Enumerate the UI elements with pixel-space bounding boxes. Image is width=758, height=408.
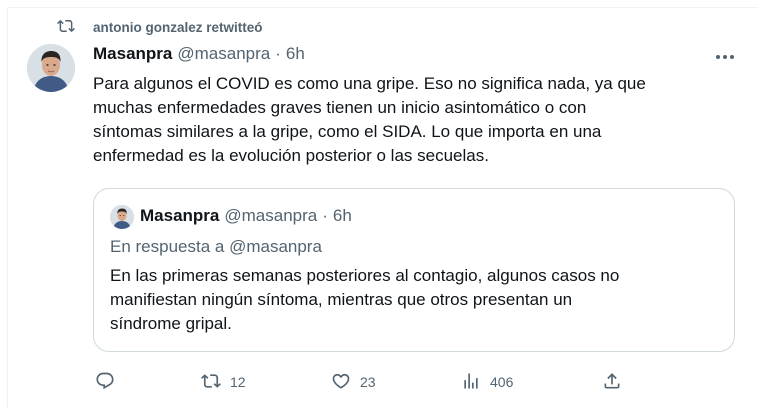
quoted-text: En las primeras semanas posteriores al c…: [110, 264, 710, 336]
tweet-header: Masanpra @masanpra · 6h: [93, 44, 305, 64]
quoted-author-handle[interactable]: @masanpra: [224, 206, 317, 226]
quoted-header: Masanpra @masanpra · 6h: [140, 206, 352, 226]
like-count: 23: [360, 374, 376, 390]
tweet-text-line: muchas enfermedades graves tienen un ini…: [93, 98, 587, 117]
tweet-text-line: Para algunos el COVID es como una gripe.…: [93, 74, 646, 93]
tweet-text-line: síntomas similares a la gripe, como el S…: [93, 122, 602, 141]
avatar[interactable]: [27, 44, 75, 92]
retweet-icon: [57, 17, 75, 35]
quoted-tweet[interactable]: Masanpra @masanpra · 6h En respuesta a @…: [93, 188, 735, 352]
action-bar: 12 23 406: [93, 369, 633, 395]
reply-button[interactable]: [95, 369, 124, 395]
retweet-action-icon: [201, 371, 221, 394]
share-icon: [602, 371, 622, 394]
quoted-text-line: En las primeras semanas posteriores al c…: [110, 266, 620, 285]
quoted-text-line: síndrome gripal.: [110, 314, 232, 333]
quoted-author-name[interactable]: Masanpra: [140, 206, 219, 226]
like-button[interactable]: 23: [331, 369, 376, 395]
tweet-text: Para algunos el COVID es como una gripe.…: [93, 72, 653, 168]
views-button[interactable]: 406: [461, 369, 513, 395]
retweet-count: 12: [230, 374, 246, 390]
retweet-context: [57, 17, 75, 35]
retweet-button[interactable]: 12: [201, 369, 246, 395]
reply-icon: [95, 371, 115, 394]
share-button[interactable]: [602, 369, 622, 395]
quoted-time[interactable]: 6h: [333, 206, 352, 226]
retweet-label[interactable]: antonio gonzalez retwitteó: [93, 20, 263, 35]
more-button[interactable]: [711, 46, 739, 66]
views-icon: [461, 371, 481, 394]
heart-icon: [331, 371, 351, 394]
reply-context: En respuesta a @masanpra: [110, 237, 322, 256]
tweet-text-line: enfermedad es la evolución posterior o l…: [93, 146, 489, 165]
tweet-time[interactable]: 6h: [286, 44, 305, 64]
quoted-text-line: manifiestan ningún síntoma, mientras que…: [110, 290, 573, 309]
views-count: 406: [490, 374, 514, 390]
more-icon: [715, 47, 735, 65]
separator-dot: ·: [275, 44, 281, 63]
separator-dot: ·: [322, 206, 328, 225]
author-name[interactable]: Masanpra: [93, 44, 172, 64]
quoted-avatar[interactable]: [110, 205, 134, 229]
author-handle[interactable]: @masanpra: [177, 44, 270, 64]
